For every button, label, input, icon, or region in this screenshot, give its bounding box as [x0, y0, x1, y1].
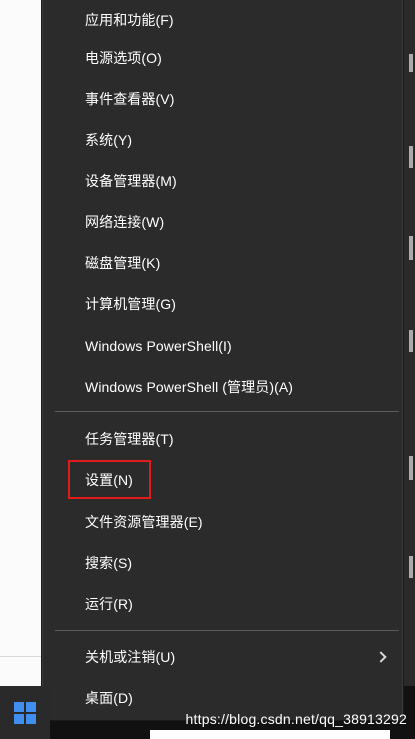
menu-item-label: 计算机管理(G)	[85, 296, 177, 312]
menu-item-search[interactable]: 搜索(S)	[43, 543, 402, 583]
background-window-divider	[0, 656, 42, 657]
background-line-icon	[409, 54, 413, 72]
menu-item-label: 系统(Y)	[85, 132, 133, 148]
menu-item-task-manager[interactable]: 任务管理器(T)	[43, 419, 402, 459]
menu-item-network-connections[interactable]: 网络连接(W)	[43, 202, 402, 242]
menu-item-system[interactable]: 系统(Y)	[43, 120, 402, 160]
taskbar-open-window-edge	[150, 730, 390, 739]
menu-item-file-explorer[interactable]: 文件资源管理器(E)	[43, 502, 402, 542]
winx-context-menu: 应用和功能(F) 电源选项(O) 事件查看器(V) 系统(Y) 设备管理器(M)…	[42, 0, 403, 720]
background-window-left	[0, 0, 43, 686]
menu-item-label: 应用和功能(F)	[85, 12, 174, 28]
menu-item-label: 关机或注销(U)	[85, 649, 176, 665]
background-line-icon	[409, 236, 413, 260]
menu-item-label: Windows PowerShell(I)	[85, 338, 232, 354]
menu-separator	[55, 630, 399, 631]
menu-item-label: 运行(R)	[85, 596, 133, 612]
windows-logo-icon	[14, 701, 36, 724]
menu-item-label: 磁盘管理(K)	[85, 255, 161, 271]
background-window-right	[401, 0, 415, 739]
menu-item-shutdown-or-sign-out[interactable]: 关机或注销(U)	[43, 637, 402, 677]
background-line-icon	[409, 556, 413, 578]
menu-item-label: 桌面(D)	[85, 690, 133, 706]
menu-item-label: 任务管理器(T)	[85, 431, 174, 447]
menu-item-disk-management[interactable]: 磁盘管理(K)	[43, 243, 402, 283]
menu-item-label: 事件查看器(V)	[85, 91, 175, 107]
settings-highlight-box	[68, 460, 151, 499]
menu-item-label: Windows PowerShell (管理员)(A)	[85, 379, 294, 395]
background-line-icon	[409, 330, 413, 352]
menu-item-windows-powershell-admin[interactable]: Windows PowerShell (管理员)(A)	[43, 367, 402, 407]
menu-item-label: 设备管理器(M)	[85, 173, 177, 189]
menu-item-label: 网络连接(W)	[85, 214, 165, 230]
menu-item-label: 文件资源管理器(E)	[85, 514, 203, 530]
menu-item-power-options[interactable]: 电源选项(O)	[43, 38, 402, 78]
background-line-icon	[409, 146, 413, 168]
menu-separator	[55, 411, 399, 412]
menu-item-run[interactable]: 运行(R)	[43, 584, 402, 624]
menu-item-label: 搜索(S)	[85, 555, 133, 571]
background-line-icon	[409, 456, 413, 480]
menu-item-apps-and-features[interactable]: 应用和功能(F)	[43, 0, 402, 40]
chevron-right-icon	[375, 651, 387, 663]
menu-item-computer-management[interactable]: 计算机管理(G)	[43, 284, 402, 324]
menu-item-device-manager[interactable]: 设备管理器(M)	[43, 161, 402, 201]
start-button[interactable]	[0, 686, 50, 739]
menu-item-windows-powershell[interactable]: Windows PowerShell(I)	[43, 326, 402, 366]
menu-item-label: 电源选项(O)	[85, 50, 162, 66]
menu-item-event-viewer[interactable]: 事件查看器(V)	[43, 79, 402, 119]
watermark-text: https://blog.csdn.net/qq_38913292	[185, 711, 407, 727]
desktop-screen: 应用和功能(F) 电源选项(O) 事件查看器(V) 系统(Y) 设备管理器(M)…	[0, 0, 415, 739]
